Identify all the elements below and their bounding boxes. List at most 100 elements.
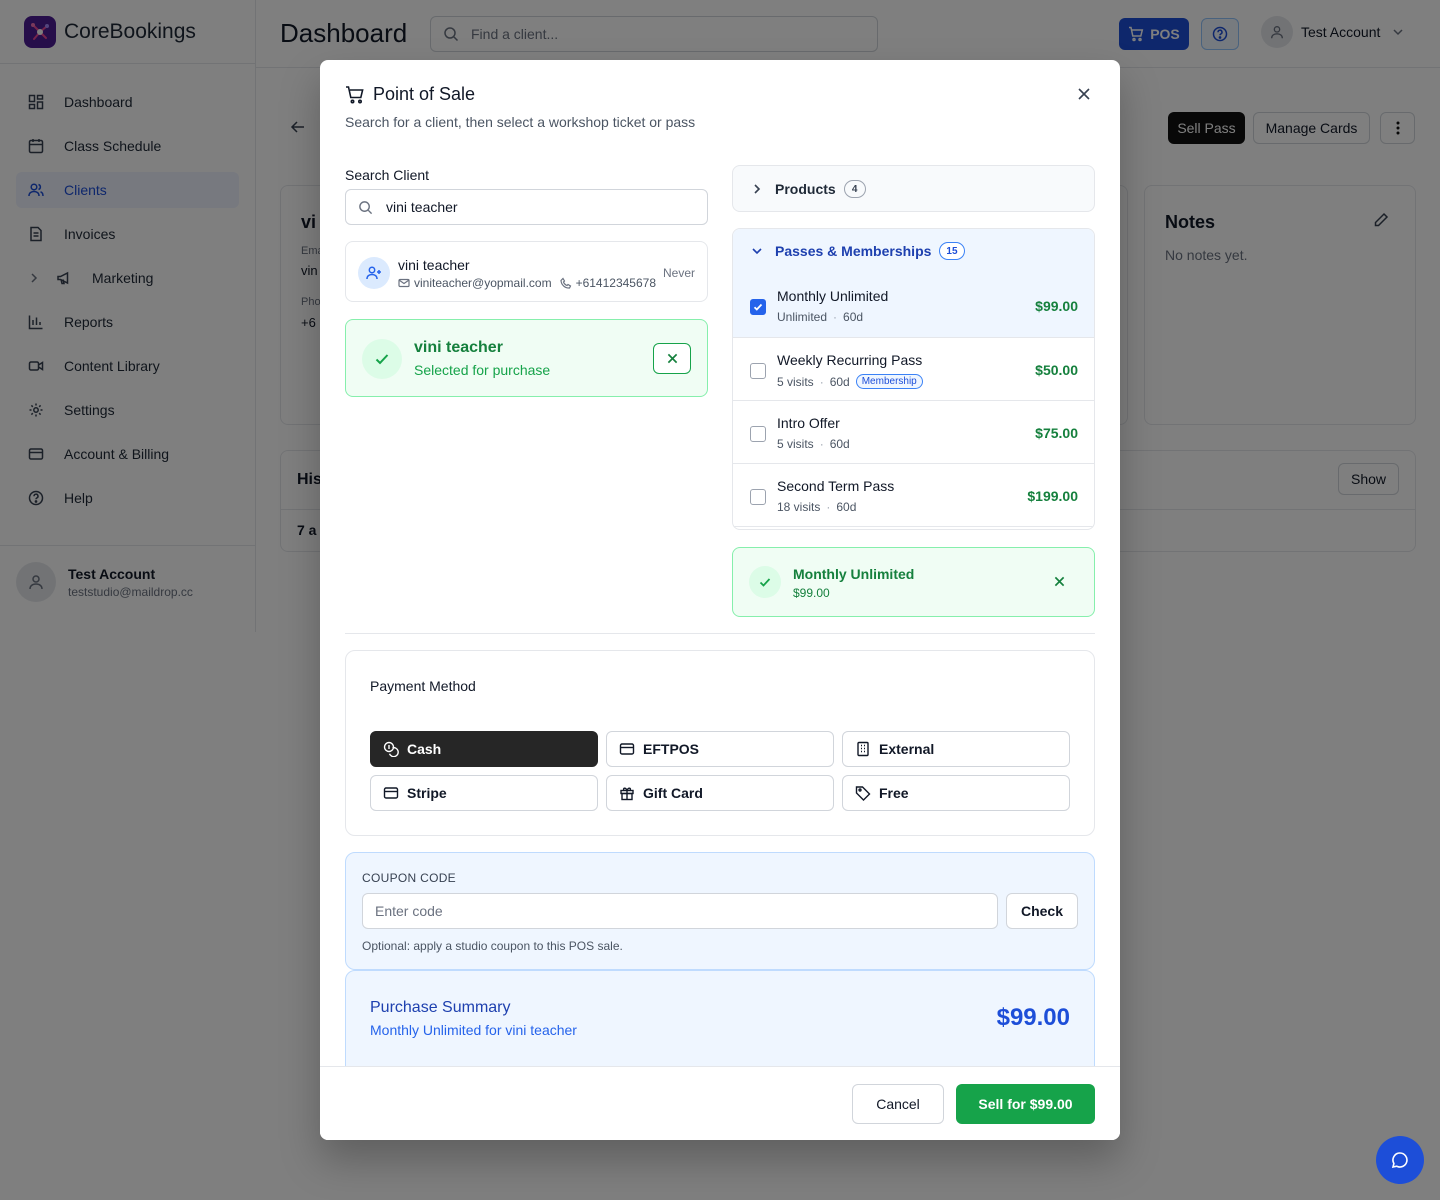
- payment-external-button[interactable]: External: [842, 731, 1070, 767]
- close-icon: [1054, 576, 1065, 587]
- pass-checkbox[interactable]: [750, 489, 766, 505]
- selected-client-status: Selected for purchase: [414, 362, 551, 378]
- purchase-summary-card: Purchase Summary Monthly Unlimited for v…: [345, 970, 1095, 1080]
- chevron-down-icon: [752, 248, 762, 255]
- client-result-row[interactable]: vini teacher viniteacher@yopmail.com +61…: [345, 241, 708, 302]
- pass-price: $75.00: [1035, 425, 1078, 441]
- search-client-value: vini teacher: [386, 199, 458, 215]
- pass-duration: 60d: [843, 310, 864, 324]
- search-icon: [359, 200, 373, 214]
- close-icon: [667, 353, 677, 364]
- modal-footer: Cancel Sell for $99.00: [320, 1066, 1120, 1140]
- coins-icon: [383, 741, 399, 757]
- chevron-right-icon: [754, 184, 761, 194]
- summary-total: $99.00: [996, 1004, 1070, 1031]
- client-phone: +61412345678: [575, 276, 656, 290]
- separator-dot: ·: [826, 500, 831, 514]
- coupon-help: Optional: apply a studio coupon to this …: [362, 939, 623, 953]
- check-icon: [749, 566, 781, 598]
- pass-name: Intro Offer: [777, 415, 840, 431]
- coupon-card: COUPON CODE Enter code Check Optional: a…: [345, 852, 1095, 970]
- pass-price: $99.00: [1035, 298, 1078, 314]
- phone-icon: [559, 277, 571, 289]
- products-accordion[interactable]: Products 4: [732, 165, 1095, 212]
- pass-price: $50.00: [1035, 362, 1078, 378]
- payment-label: EFTPOS: [643, 741, 700, 757]
- payment-label: External: [879, 741, 935, 757]
- pass-checkbox[interactable]: [750, 299, 766, 315]
- client-last-visit: Never: [662, 266, 695, 280]
- payment-label: Gift Card: [643, 785, 703, 801]
- pass-name: Monthly Unlimited: [777, 288, 889, 304]
- coupon-check-button[interactable]: Check: [1006, 893, 1078, 929]
- membership-badge: Membership: [855, 374, 923, 389]
- clear-client-button[interactable]: [653, 343, 691, 374]
- payment-cash-button[interactable]: Cash: [370, 731, 598, 767]
- selected-pass-card: Monthly Unlimited $99.00: [732, 547, 1095, 617]
- credit-card-icon: [383, 787, 399, 799]
- client-email: viniteacher@yopmail.com: [414, 276, 552, 290]
- pass-name: Second Term Pass: [777, 478, 895, 494]
- passes-label: Passes & Memberships: [775, 243, 932, 259]
- gift-icon: [620, 787, 634, 801]
- pass-price: $199.00: [1027, 488, 1078, 504]
- products-count: 4: [843, 180, 866, 198]
- modal-title: Point of Sale: [373, 84, 476, 104]
- pass-checkbox[interactable]: [750, 426, 766, 442]
- modal-subtitle: Search for a client, then select a works…: [345, 114, 696, 130]
- summary-title: Purchase Summary: [370, 999, 511, 1016]
- pass-visits: Unlimited: [777, 310, 828, 324]
- selected-client-name: vini teacher: [414, 339, 503, 356]
- list-scroll-edge: [733, 526, 1094, 527]
- client-name: vini teacher: [398, 257, 470, 273]
- pass-row-monthly-unlimited[interactable]: Monthly Unlimited Unlimited · 60d $99.00: [733, 274, 1094, 337]
- payment-label: Free: [879, 785, 909, 801]
- payment-label: Cash: [407, 741, 442, 757]
- pass-name: Weekly Recurring Pass: [777, 352, 923, 368]
- close-button[interactable]: [1077, 87, 1091, 101]
- coupon-label: COUPON CODE: [362, 871, 456, 885]
- close-icon: [1078, 88, 1090, 100]
- selected-pass-name: Monthly Unlimited: [793, 566, 915, 582]
- chat-button[interactable]: [1376, 1136, 1424, 1184]
- passes-accordion: Passes & Memberships 15 Monthly Unlimite…: [732, 228, 1095, 530]
- add-user-icon: [358, 257, 390, 289]
- chat-icon: [1391, 1152, 1408, 1169]
- pass-row-weekly-recurring[interactable]: Weekly Recurring Pass 5 visits · 60d Member…: [733, 337, 1094, 400]
- check-icon: [753, 303, 763, 311]
- search-client-input[interactable]: vini teacher: [345, 189, 708, 225]
- passes-header[interactable]: Passes & Memberships 15: [733, 229, 1094, 274]
- payment-method-card: Payment Method Cash EFTPOS External Stri…: [345, 650, 1095, 836]
- check-icon: [362, 339, 402, 379]
- passes-count: 15: [939, 242, 965, 260]
- payment-free-button[interactable]: Free: [842, 775, 1070, 811]
- search-client-label: Search Client: [345, 167, 430, 183]
- section-divider: [345, 633, 1095, 634]
- pass-duration: 60d: [829, 374, 850, 389]
- sell-button[interactable]: Sell for $99.00: [956, 1084, 1095, 1124]
- selected-client-card: vini teacher Selected for purchase: [345, 319, 708, 397]
- summary-detail: Monthly Unlimited for vini teacher: [370, 1022, 577, 1038]
- payment-method-title: Payment Method: [370, 678, 476, 694]
- separator-dot: ·: [819, 374, 824, 389]
- pass-visits: 18 visits: [777, 500, 821, 514]
- pos-modal: Point of Sale Search for a client, then …: [320, 60, 1120, 1140]
- coupon-placeholder: Enter code: [375, 903, 443, 919]
- separator-dot: ·: [833, 310, 838, 324]
- coupon-input[interactable]: Enter code: [362, 893, 998, 929]
- pass-visits: 5 visits: [777, 374, 814, 389]
- payment-eftpos-button[interactable]: EFTPOS: [606, 731, 834, 767]
- separator-dot: ·: [819, 437, 824, 451]
- payment-gift-card-button[interactable]: Gift Card: [606, 775, 834, 811]
- pass-row-second-term[interactable]: Second Term Pass 18 visits · 60d $199.00: [733, 463, 1094, 526]
- cart-icon: [346, 85, 364, 104]
- pass-checkbox[interactable]: [750, 363, 766, 379]
- remove-pass-button[interactable]: [1054, 576, 1065, 587]
- products-label: Products: [775, 181, 836, 197]
- selected-pass-price: $99.00: [793, 586, 830, 600]
- cancel-button[interactable]: Cancel: [852, 1084, 944, 1124]
- pass-duration: 60d: [829, 437, 850, 451]
- credit-card-icon: [619, 743, 635, 755]
- pass-row-intro-offer[interactable]: Intro Offer 5 visits · 60d $75.00: [733, 400, 1094, 463]
- payment-stripe-button[interactable]: Stripe: [370, 775, 598, 811]
